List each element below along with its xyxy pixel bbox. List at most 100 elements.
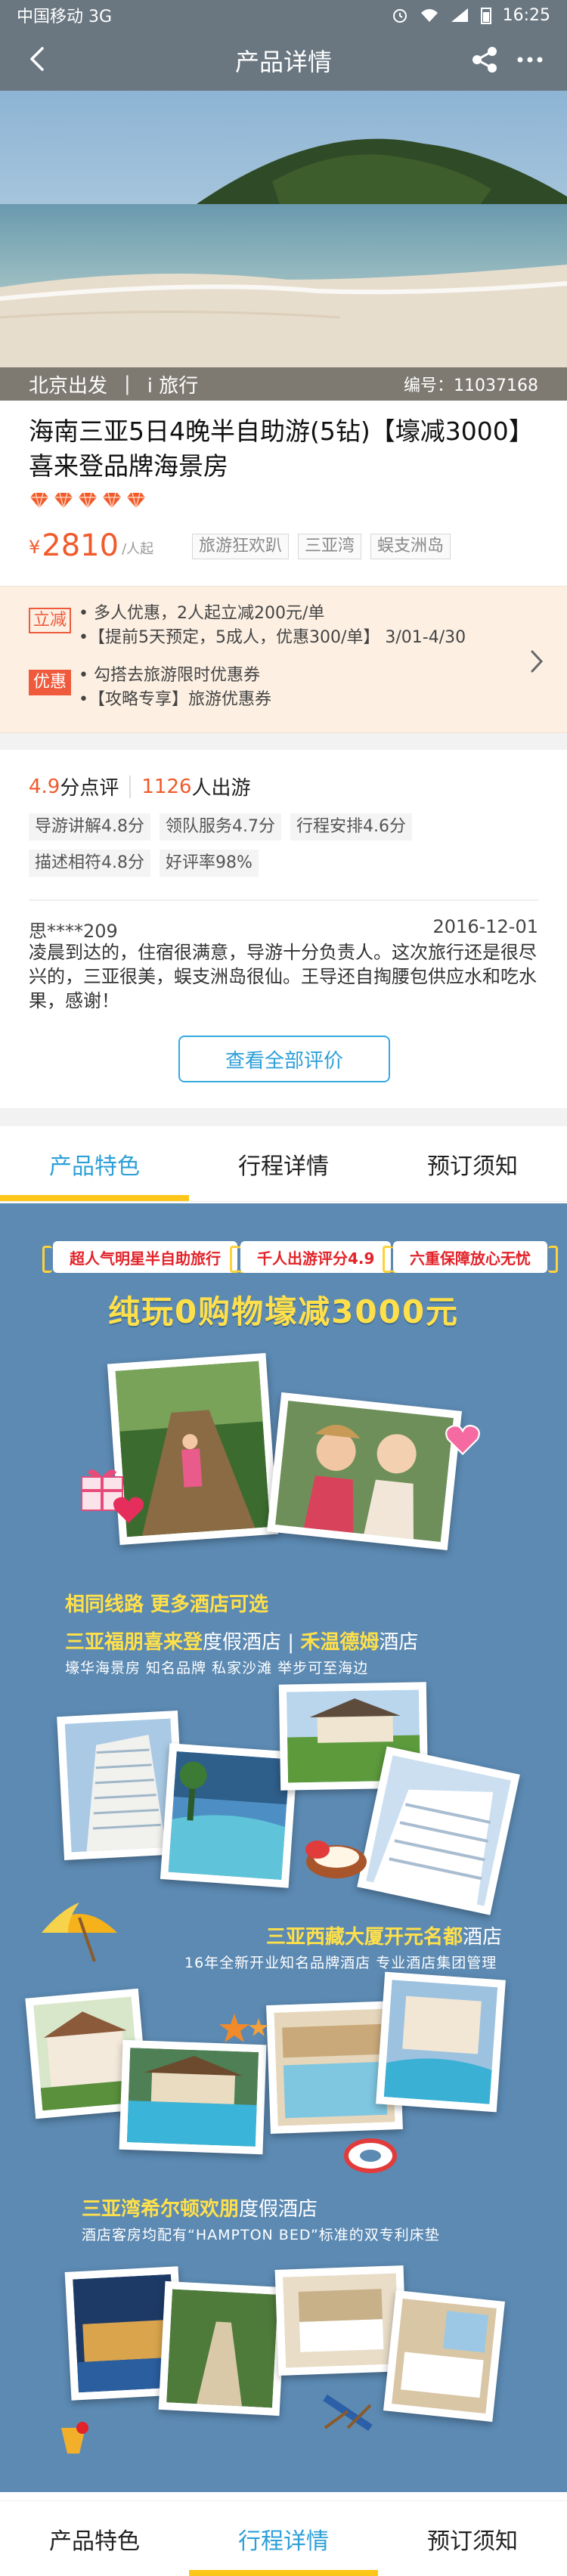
- coconut-icon: [302, 1834, 370, 1883]
- departure-label: 北京出发: [29, 374, 108, 398]
- more-icon[interactable]: [516, 45, 544, 74]
- review-user: 思****209: [29, 921, 118, 942]
- currency-symbol: ¥: [29, 537, 41, 558]
- promo-line: • 多人优惠，2人起立减200元/单: [79, 604, 325, 623]
- signal-icon: [451, 8, 468, 22]
- section-tabs: 产品特色 行程详情 预订须知: [0, 1126, 567, 1202]
- diamond-icon: [54, 492, 73, 509]
- hotel-title: 三亚西藏大厦开元名都酒店: [266, 1921, 502, 1949]
- feature-pill: 六重保障放心无忧: [383, 1241, 558, 1273]
- diamond-icon: [127, 492, 145, 509]
- hotel-facade-photo: [366, 1755, 511, 1906]
- hero-caption-bar: 北京出发 | i 旅行 编号：11037168: [0, 367, 567, 401]
- hotel-subtitle: 壕华海景房 知名品牌 私家沙滩 举步可至海边: [65, 1660, 369, 1677]
- tab-booking-notes[interactable]: 预订须知: [378, 2501, 567, 2576]
- view-all-reviews-button[interactable]: 查看全部评价: [178, 1036, 390, 1082]
- hotel-name: 三亚福朋喜来登: [65, 1631, 203, 1654]
- life-ring-icon: [344, 2137, 397, 2178]
- price-row: ¥ 2810 /人起: [29, 526, 153, 562]
- coupon-badge: 优惠: [29, 670, 72, 695]
- hero-image: 北京出发 | i 旅行 编号：11037168: [0, 91, 567, 401]
- rating-chip: 导游讲解4.8分: [29, 813, 150, 841]
- collage-photo: [158, 2280, 287, 2417]
- tab-booking-notes[interactable]: 预订须知: [378, 1126, 567, 1201]
- price-unit: /人起: [122, 541, 154, 557]
- page-title: 产品详情: [234, 48, 332, 76]
- starfish-icon: [219, 2011, 272, 2051]
- tab-itinerary[interactable]: 行程详情: [189, 2501, 378, 2576]
- friends-photo: [274, 1400, 454, 1543]
- hotel-type: 度假酒店: [203, 1631, 282, 1654]
- hotel-tower-photo: [64, 1718, 178, 1853]
- chevron-right-icon[interactable]: [528, 649, 546, 674]
- hotel-subtitle: 酒店客房均配有“HAMPTON BED”标准的双专利床垫: [82, 2227, 440, 2243]
- rating-chips: 描述相符4.8分 好评率98%: [29, 850, 259, 877]
- hotel-type: 酒店: [379, 1631, 419, 1654]
- product-tags: 旅游狂欢趴 三亚湾 蜈支洲岛: [192, 534, 451, 559]
- rating-chip: 描述相符4.8分: [29, 850, 150, 877]
- rating-chips: 导游讲解4.8分 领队服务4.7分 行程安排4.6分: [29, 813, 412, 841]
- collage-photo: [266, 1392, 463, 1551]
- promo-line: •【提前5天预定，5成人，优惠300/单】 3/01-4/30: [79, 628, 466, 647]
- brand-label: i 旅行: [147, 374, 199, 398]
- carrier-label: 中国移动 3G: [17, 8, 113, 26]
- heart-icon: [445, 1423, 481, 1459]
- traveler-count-label: 人出游: [191, 777, 251, 800]
- discount-badge: 立减: [29, 608, 72, 633]
- hotel-room-photo: [282, 2273, 400, 2368]
- banner-headline: 纯玩0购物壕减3000元: [107, 1293, 460, 1330]
- pool-villa-photo: [126, 2048, 259, 2147]
- hotel-title: 三亚湾希尔顿欢朋度假酒店: [82, 2194, 318, 2221]
- rating-score-label: 分点评: [60, 777, 119, 800]
- section-divider: [0, 733, 567, 750]
- battery-icon: [480, 8, 491, 24]
- traveler-count: 1126: [141, 775, 192, 798]
- tag-item: 旅游狂欢趴: [192, 534, 290, 559]
- hotel-type: 酒店: [463, 1926, 503, 1949]
- hotel-pool-photo: [383, 1980, 498, 2104]
- hotel-name: 三亚西藏大厦开元名都: [266, 1926, 463, 1949]
- hotel-name: 禾温德姆: [300, 1631, 380, 1654]
- heart-icon: [112, 1494, 145, 1528]
- garden-walkway-photo: [166, 2289, 278, 2408]
- rating-score: 4.9: [29, 775, 60, 798]
- tag-item: 蜈支洲岛: [370, 534, 451, 559]
- beach-photo: [0, 91, 567, 401]
- diamond-icon: [30, 492, 48, 509]
- hotel-title: 三亚福朋喜来登度假酒店 | 禾温德姆酒店: [65, 1627, 418, 1655]
- tab-product-features[interactable]: 产品特色: [0, 2501, 189, 2576]
- tab-itinerary[interactable]: 行程详情: [189, 1126, 378, 1201]
- price-value: 2810: [42, 528, 119, 563]
- hotel-type: 度假酒店: [239, 2198, 318, 2221]
- indoor-pool-photo: [274, 2008, 395, 2126]
- promo-section[interactable]: 立减 • 多人优惠，2人起立减200元/单 •【提前5天预定，5成人，优惠300…: [0, 586, 567, 733]
- review-text: 凌晨到达的，住宿很满意，导游十分负责人。这次旅行还是很尽兴的，三亚很美，蜈支洲岛…: [29, 942, 537, 1011]
- feature-pill: 超人气明星半自助旅行: [42, 1241, 248, 1273]
- beach-chair-icon: [318, 2390, 378, 2438]
- clock: 16:25: [502, 5, 550, 25]
- feature-banner: 超人气明星半自助旅行 千人出游评分4.9 六重保障放心无忧 纯玩0购物壕减300…: [0, 1203, 567, 2492]
- back-icon[interactable]: [23, 44, 53, 74]
- pool-photo: [168, 1751, 290, 1881]
- hotels-heading: 相同线路 更多酒店可选: [65, 1593, 269, 1616]
- collage-photo: [119, 2039, 267, 2155]
- divider: |: [281, 1631, 301, 1654]
- divider: |: [124, 373, 131, 395]
- section-divider: [0, 1108, 567, 1126]
- diamond-icon: [103, 492, 121, 509]
- hotel-name: 三亚湾希尔顿欢朋: [82, 2198, 240, 2221]
- hotel-subtitle: 16年全新开业知名品牌酒店 专业酒店集团管理: [184, 1955, 497, 1971]
- tab-product-features[interactable]: 产品特色: [0, 1126, 189, 1201]
- promo-line: • 勾搭去旅游限时优惠券: [79, 666, 260, 685]
- feature-pill: 千人出游评分4.9: [229, 1241, 402, 1273]
- rating-chip: 领队服务4.7分: [160, 813, 281, 841]
- section-tabs-bottom: 产品特色 行程详情 预订须知: [0, 2500, 567, 2576]
- rating-summary[interactable]: 4.9 分点评 1126 人出游: [29, 772, 251, 800]
- drink-icon: [57, 2420, 90, 2460]
- nav-bar: 产品详情: [0, 30, 567, 91]
- share-icon[interactable]: [470, 45, 499, 74]
- rating-chip: 行程安排4.6分: [290, 813, 412, 841]
- divider: [29, 899, 538, 901]
- rating-chip: 好评率98%: [160, 850, 259, 877]
- collage-photo: [160, 1743, 299, 1888]
